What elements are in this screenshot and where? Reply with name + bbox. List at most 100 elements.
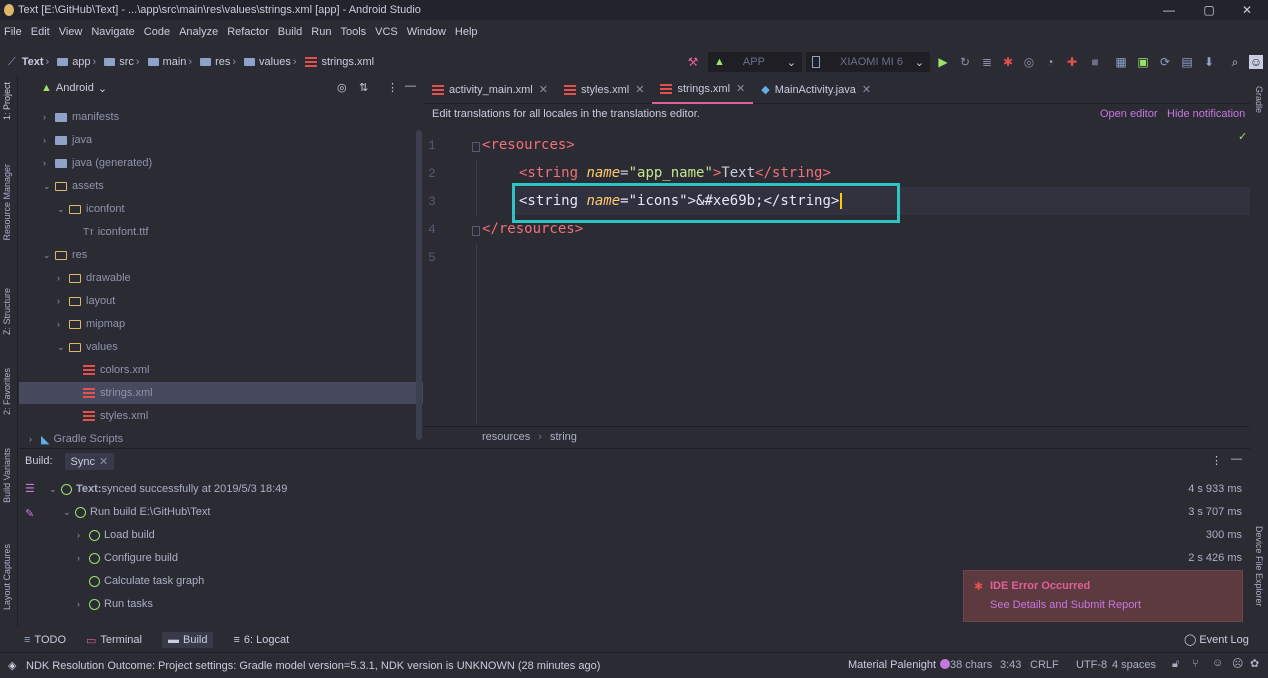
smiley-icon[interactable]: ☺: [1212, 657, 1223, 669]
ide-error-notification[interactable]: ✱ IDE Error Occurred See Details and Sub…: [963, 570, 1243, 622]
tree-item[interactable]: Tт iconfont.ttf: [19, 221, 423, 243]
account-icon[interactable]: ☺: [1249, 55, 1263, 69]
code-line-2[interactable]: <string name="app_name">Text</string>: [519, 165, 831, 181]
tree-item[interactable]: ⌄ iconfont: [19, 198, 423, 220]
menu-edit[interactable]: Edit: [31, 26, 50, 38]
hide-panel-icon[interactable]: —: [405, 80, 416, 92]
close-tab-icon[interactable]: ✕: [99, 456, 108, 468]
fold-marker-icon[interactable]: [472, 142, 480, 152]
lock-icon[interactable]: 🔓︎: [1172, 658, 1179, 671]
avd-manager-icon[interactable]: ▤: [1180, 55, 1194, 69]
git-icon[interactable]: ⑂: [1192, 658, 1199, 670]
menu-build[interactable]: Build: [278, 26, 302, 38]
tree-item[interactable]: strings.xml: [19, 382, 423, 404]
gradle-tool-tab[interactable]: Gradle: [1254, 86, 1264, 113]
apply-code-icon[interactable]: ≣: [980, 55, 994, 69]
breadcrumb-strings-xml[interactable]: strings.xml: [304, 56, 374, 68]
fold-marker-icon[interactable]: [472, 226, 480, 236]
tree-item[interactable]: › manifests: [19, 106, 423, 128]
inspector-icon[interactable]: ☹: [1232, 657, 1243, 670]
profile-icon[interactable]: ◔: [1043, 55, 1057, 69]
build-row[interactable]: › Load build 300 ms: [77, 524, 1250, 546]
tree-item[interactable]: ⌄ assets: [19, 175, 423, 197]
chevron-down-icon[interactable]: ⌄: [63, 507, 75, 518]
tree-item[interactable]: › drawable: [19, 267, 423, 289]
indent-setting[interactable]: 4 spaces: [1112, 659, 1156, 671]
build-row[interactable]: ⌄ Run build E:\GitHub\Text 3 s 707 ms: [63, 501, 1250, 523]
editor-breadcrumb-string[interactable]: string: [550, 431, 577, 443]
char-count[interactable]: 38 chars: [950, 659, 992, 671]
structure-tool-tab[interactable]: Z: Structure: [2, 288, 12, 335]
attach-debugger-icon[interactable]: ✚: [1065, 55, 1079, 69]
menu-help[interactable]: Help: [455, 26, 478, 38]
caret-position[interactable]: 3:43: [1000, 659, 1021, 671]
locate-icon[interactable]: ◎: [337, 81, 347, 94]
chevron-down-icon[interactable]: ⌄: [43, 181, 55, 192]
tree-item[interactable]: colors.xml: [19, 359, 423, 381]
layout-captures-tool-tab[interactable]: Layout Captures: [2, 544, 12, 610]
tab-strings-xml[interactable]: strings.xml ✕: [652, 76, 754, 104]
chevron-right-icon[interactable]: ›: [57, 296, 69, 306]
menu-tools[interactable]: Tools: [340, 26, 366, 38]
apply-changes-icon[interactable]: ↻: [958, 55, 972, 69]
breadcrumb-res[interactable]: res ›: [200, 56, 240, 68]
open-editor-link[interactable]: Open editor: [1100, 108, 1157, 120]
chevron-down-icon[interactable]: ⌄: [49, 484, 61, 495]
chevron-right-icon[interactable]: ›: [29, 434, 41, 444]
options-icon[interactable]: ⋮: [387, 81, 398, 94]
options-icon[interactable]: ⋮: [1211, 454, 1222, 467]
chevron-right-icon[interactable]: ›: [43, 158, 55, 168]
favorites-tool-tab[interactable]: 2: Favorites: [2, 368, 12, 415]
menu-code[interactable]: Code: [144, 26, 170, 38]
code-line-1[interactable]: <resources>: [482, 137, 575, 153]
hide-panel-icon[interactable]: —: [1231, 453, 1242, 465]
build-row[interactable]: ⌄ Text: synced successfully at 2019/5/3 1…: [49, 478, 1250, 500]
breadcrumb-values[interactable]: values ›: [244, 56, 300, 68]
chevron-down-icon[interactable]: ⌄: [43, 250, 55, 261]
build-row[interactable]: › Configure build 2 s 426 ms: [77, 547, 1250, 569]
build-variants-tool-tab[interactable]: Build Variants: [2, 448, 12, 503]
chevron-down-icon[interactable]: ⌄: [57, 204, 69, 215]
chevron-right-icon[interactable]: ›: [77, 553, 89, 563]
collapse-all-icon[interactable]: ⇅: [359, 81, 368, 94]
tree-scrollbar[interactable]: [416, 130, 422, 440]
theme-indicator[interactable]: Material Palenight: [848, 659, 951, 671]
chevron-right-icon[interactable]: ›: [77, 530, 89, 540]
build-tab[interactable]: ▬ Build: [161, 632, 214, 648]
status-message[interactable]: NDK Resolution Outcome: Project settings…: [26, 660, 600, 672]
hide-notification-link[interactable]: Hide notification: [1167, 108, 1245, 120]
close-tab-icon[interactable]: ✕: [862, 83, 871, 96]
menu-vcs[interactable]: VCS: [375, 26, 398, 38]
device-file-explorer-tool-tab[interactable]: Device File Explorer: [1254, 526, 1264, 607]
tree-item[interactable]: › layout: [19, 290, 423, 312]
menu-file[interactable]: File: [4, 26, 22, 38]
chevron-right-icon[interactable]: ›: [43, 112, 55, 122]
chevron-right-icon[interactable]: ›: [77, 599, 89, 609]
sync-gradle-icon[interactable]: ⟳: [1158, 55, 1172, 69]
terminal-icon[interactable]: ▣: [1136, 55, 1150, 69]
editor-breadcrumb-resources[interactable]: resources: [482, 431, 530, 443]
menu-run[interactable]: Run: [311, 26, 331, 38]
maximize-icon[interactable]: ▢: [1194, 2, 1224, 18]
close-tab-icon[interactable]: ✕: [635, 83, 644, 96]
tree-item[interactable]: › mipmap: [19, 313, 423, 335]
error-details-link[interactable]: See Details and Submit Report: [990, 599, 1141, 611]
project-tool-tab[interactable]: 1: Project: [2, 82, 12, 120]
breadcrumb-src[interactable]: src ›: [104, 56, 143, 68]
hammer-icon[interactable]: ⚒: [686, 55, 700, 69]
resource-manager-tool-tab[interactable]: Resource Manager: [2, 164, 12, 241]
search-icon[interactable]: ⌕: [1228, 55, 1242, 69]
run-config-select[interactable]: ▲ APP ⌄: [708, 52, 802, 72]
tree-item[interactable]: styles.xml: [19, 405, 423, 427]
stop-icon[interactable]: ■: [1088, 55, 1102, 69]
line-separator[interactable]: CRLF: [1030, 659, 1059, 671]
code-line-4[interactable]: </resources>: [482, 221, 583, 237]
tab-activity-main-xml[interactable]: activity_main.xml ✕: [424, 76, 556, 104]
tree-item[interactable]: › ◣ Gradle Scripts: [19, 428, 423, 450]
notification-icon[interactable]: ✿: [1250, 657, 1259, 670]
sync-tab[interactable]: Sync ✕: [64, 452, 115, 470]
coverage-icon[interactable]: ◎: [1022, 55, 1036, 69]
chevron-down-icon[interactable]: ⌄: [57, 342, 69, 353]
chevron-right-icon[interactable]: ›: [43, 135, 55, 145]
tree-item[interactable]: ⌄ values: [19, 336, 423, 358]
